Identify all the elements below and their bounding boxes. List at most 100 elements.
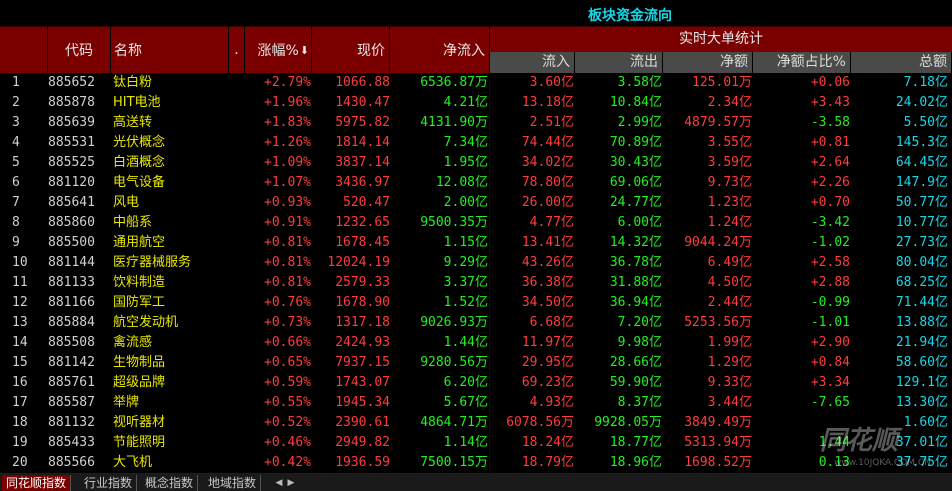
row-index: 18 [12, 415, 28, 430]
row-outflow: 24.77亿 [609, 195, 662, 210]
row-name: HIT电池 [113, 95, 161, 110]
row-index: 2 [12, 95, 20, 110]
row-big-net: 9.73亿 [707, 175, 752, 190]
row-net-in: 9280.56万 [420, 355, 488, 370]
row-net-in: 1.14亿 [443, 435, 488, 450]
row-net-in: 5.67亿 [443, 395, 488, 410]
row-inflow: 13.41亿 [521, 235, 574, 250]
row-outflow: 6.00亿 [617, 215, 662, 230]
row-name: 生物制品 [113, 355, 166, 370]
table-row[interactable]: 2 885878 HIT电池 +1.96% 1430.47 4.21亿 13.18亿 10.8… [0, 93, 952, 113]
row-pct: +1.07% [264, 175, 311, 190]
title-bar: 板块资金流向 [0, 0, 952, 27]
table-row[interactable]: 7 885641 风电 +0.93% 520.47 2.00亿 26.00亿 24.77亿 1.… [0, 193, 952, 213]
header-outflow[interactable]: 流出 [575, 52, 663, 73]
row-net-ratio: +2.88 [810, 275, 850, 290]
tab-ths-index[interactable]: 同花顺指数 [2, 475, 72, 491]
table-row[interactable]: 20 885566 大飞机 +0.42% 1936.59 7500.15万 18.79亿 18… [0, 453, 952, 473]
row-big-net: 2.34亿 [707, 95, 752, 110]
row-index: 6 [12, 175, 20, 190]
tab-region-index[interactable]: 地域指数 [204, 475, 262, 491]
row-inflow: 3.60亿 [529, 75, 574, 90]
row-name: 风电 [113, 195, 140, 210]
header-net-ratio[interactable]: 净额占比% [753, 52, 851, 73]
row-big-net: 1698.52万 [684, 455, 752, 470]
row-inflow: 26.00亿 [521, 195, 574, 210]
row-net-ratio: -1.01 [810, 315, 850, 330]
row-big-net: 3.55亿 [707, 135, 752, 150]
header-name[interactable]: 名称 [111, 27, 229, 73]
row-price: 1430.47 [335, 95, 390, 110]
header-price[interactable]: 现价 [312, 27, 390, 73]
row-net-ratio: -3.58 [810, 115, 850, 130]
row-price: 1945.34 [335, 395, 390, 410]
row-big-net: 5313.94万 [684, 435, 752, 450]
table-row[interactable]: 6 881120 电气设备 +1.07% 3436.97 12.08亿 78.80亿 69.0… [0, 173, 952, 193]
row-code: 885433 [48, 435, 95, 450]
row-pct: +1.83% [264, 115, 311, 130]
tab-concept-index[interactable]: 概念指数 [141, 475, 199, 491]
row-inflow: 4.93亿 [529, 395, 574, 410]
row-net-in: 7500.15万 [420, 455, 488, 470]
row-net-in: 6.20亿 [443, 375, 488, 390]
table-row[interactable]: 4 885531 光伏概念 +1.26% 1814.14 7.34亿 74.44亿 70.89… [0, 133, 952, 153]
table-row[interactable]: 16 885761 超级品牌 +0.59% 1743.07 6.20亿 69.23亿 59.9… [0, 373, 952, 393]
table-row[interactable]: 18 881132 视听器材 +0.52% 2390.61 4864.71万 6078.56… [0, 413, 952, 433]
row-net-in: 3.37亿 [443, 275, 488, 290]
row-price: 12024.19 [327, 255, 390, 270]
table-row[interactable]: 11 881133 饮料制造 +0.81% 2579.33 3.37亿 36.38亿 31.8… [0, 273, 952, 293]
header-dot[interactable]: . [229, 27, 245, 73]
row-total: 10.77亿 [895, 215, 948, 230]
scroll-right-icon[interactable]: ▶ [286, 476, 296, 490]
header-net-in[interactable]: 净流入 [390, 27, 490, 73]
row-inflow: 2.51亿 [529, 115, 574, 130]
row-pct: +0.66% [264, 335, 311, 350]
row-big-net: 2.44亿 [707, 295, 752, 310]
row-total: 13.30亿 [895, 395, 948, 410]
header-inflow[interactable]: 流入 [490, 52, 575, 73]
row-net-in: 4864.71万 [420, 415, 488, 430]
row-net-ratio: +2.90 [810, 335, 850, 350]
tab-industry-index[interactable]: 行业指数 [80, 475, 138, 491]
table-row[interactable]: 5 885525 白酒概念 +1.09% 3837.14 1.95亿 34.02亿 30.43… [0, 153, 952, 173]
header-pct[interactable]: 涨幅% ⬇ [245, 27, 312, 73]
row-name: 举牌 [113, 395, 140, 410]
row-inflow: 18.24亿 [521, 435, 574, 450]
row-big-net: 1.29亿 [707, 355, 752, 370]
table-row[interactable]: 13 885884 航空发动机 +0.73% 1317.18 9026.93万 6.68亿 7… [0, 313, 952, 333]
row-pct: +0.42% [264, 455, 311, 470]
table-row[interactable]: 17 885587 举牌 +0.55% 1945.34 5.67亿 4.93亿 8.37亿 3.… [0, 393, 952, 413]
header-total[interactable]: 总额 [851, 52, 952, 73]
table-row[interactable]: 1 885652 钛白粉 +2.79% 1066.88 6536.87万 3.60亿 3.58… [0, 73, 952, 93]
row-inflow: 34.02亿 [521, 155, 574, 170]
row-index: 12 [12, 295, 28, 310]
row-code: 885860 [48, 215, 95, 230]
row-outflow: 31.88亿 [609, 275, 662, 290]
table-row[interactable]: 19 885433 节能照明 +0.46% 2949.82 1.14亿 18.24亿 18.7… [0, 433, 952, 453]
row-name: 中船系 [113, 215, 153, 230]
row-index: 11 [12, 275, 28, 290]
header-big-net[interactable]: 净额 [663, 52, 753, 73]
row-total: 13.88亿 [895, 315, 948, 330]
table-row[interactable]: 14 885508 禽流感 +0.66% 2424.93 1.44亿 11.97亿 9.98亿… [0, 333, 952, 353]
row-index: 1 [12, 75, 20, 90]
row-code: 885652 [48, 75, 95, 90]
row-big-net: 9.33亿 [707, 375, 752, 390]
table-row[interactable]: 15 881142 生物制品 +0.65% 7937.15 9280.56万 29.95亿 2… [0, 353, 952, 373]
table-row[interactable]: 3 885639 高送转 +1.83% 5975.82 4131.90万 2.51亿 2.99… [0, 113, 952, 133]
row-index: 4 [12, 135, 20, 150]
row-code: 885761 [48, 375, 95, 390]
table-row[interactable]: 9 885500 通用航空 +0.81% 1678.45 1.15亿 13.41亿 14.32… [0, 233, 952, 253]
header-code[interactable]: 代码 [48, 27, 111, 73]
table-row[interactable]: 10 881144 医疗器械服务 +0.81% 12024.19 9.29亿 43.26亿 3… [0, 253, 952, 273]
table-row[interactable]: 8 885860 中船系 +0.91% 1232.65 9500.35万 4.77亿 6.00… [0, 213, 952, 233]
row-net-in: 1.52亿 [443, 295, 488, 310]
row-index: 13 [12, 315, 28, 330]
row-pct: +0.46% [264, 435, 311, 450]
row-net-in: 9.29亿 [443, 255, 488, 270]
row-price: 520.47 [343, 195, 390, 210]
row-net-ratio: +3.34 [810, 375, 850, 390]
row-net-ratio: +2.26 [810, 175, 850, 190]
scroll-left-icon[interactable]: ◀ [274, 476, 284, 490]
table-row[interactable]: 12 881166 国防军工 +0.76% 1678.90 1.52亿 34.50亿 36.9… [0, 293, 952, 313]
